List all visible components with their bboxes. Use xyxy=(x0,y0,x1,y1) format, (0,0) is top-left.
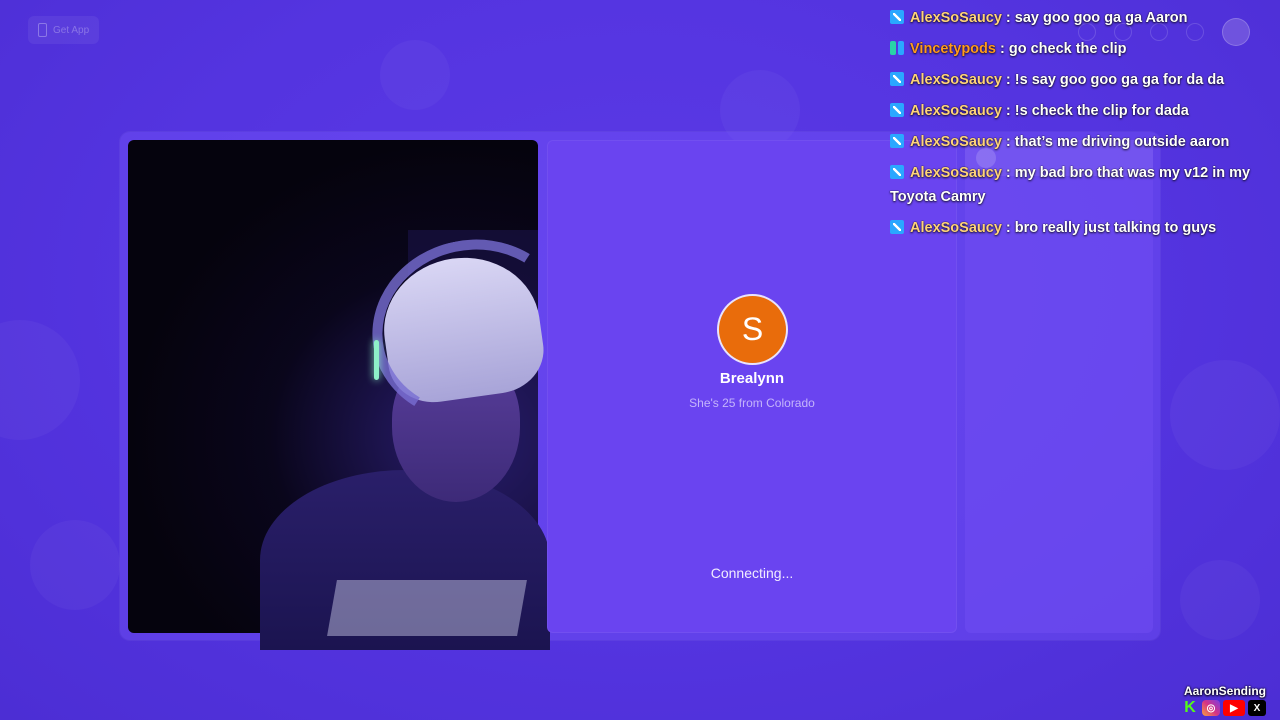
chat-text: : !s say goo goo ga ga for da da xyxy=(1001,72,1225,88)
chat-username: AlexSoSaucy xyxy=(910,134,1002,150)
stream-chat-overlay: AlexSoSaucy : say goo goo ga ga Aaron Vin… xyxy=(890,4,1260,245)
chat-text: : !s check the clip for dada xyxy=(1001,103,1189,119)
chat-text: : bro really just talking to guys xyxy=(1001,220,1217,236)
chat-username: Vincetypods xyxy=(910,41,996,57)
chat-message: AlexSoSaucy : that’s me driving outside … xyxy=(890,128,1260,159)
match-avatar: S xyxy=(719,296,786,363)
social-icons: K ◎ ▶ X xyxy=(1181,699,1266,716)
sub-badge-icon xyxy=(890,103,904,117)
kick-icon: K xyxy=(1184,699,1196,716)
chat-text: : go check the clip xyxy=(995,41,1127,57)
connection-status: Connecting... xyxy=(710,565,794,581)
get-app-label: Get App xyxy=(53,24,90,36)
sub-badge-icon xyxy=(890,72,904,86)
instagram-icon: ◎ xyxy=(1202,700,1220,716)
chat-username: AlexSoSaucy xyxy=(910,220,1002,236)
match-name: Brealynn xyxy=(719,370,785,387)
sub-badge-icon xyxy=(890,134,904,148)
chat-message: AlexSoSaucy : bro really just talking to… xyxy=(890,214,1260,245)
get-app-button[interactable]: Get App xyxy=(28,16,100,44)
subscriber-badge-icon xyxy=(890,41,904,55)
phone-icon xyxy=(38,23,47,37)
x-icon: X xyxy=(1248,700,1266,716)
chat-username: AlexSoSaucy xyxy=(910,10,1002,26)
match-bio: She's 25 from Colorado xyxy=(689,396,815,410)
chat-username: AlexSoSaucy xyxy=(910,72,1002,88)
bg-blob xyxy=(30,520,120,610)
chat-message: AlexSoSaucy : say goo goo ga ga Aaron xyxy=(890,4,1260,35)
chat-message: AlexSoSaucy : !s say goo goo ga ga for d… xyxy=(890,66,1260,97)
chat-username: AlexSoSaucy xyxy=(910,165,1002,181)
sub-badge-icon xyxy=(890,10,904,24)
streamer-name: AaronSending xyxy=(1183,684,1266,698)
chat-message: AlexSoSaucy : !s check the clip for dada xyxy=(890,97,1260,128)
chat-text: : say goo goo ga ga Aaron xyxy=(1001,10,1188,26)
youtube-icon: ▶ xyxy=(1223,700,1245,716)
streamer-watermark: AaronSending K ◎ ▶ X xyxy=(1181,684,1266,716)
bg-blob xyxy=(0,320,80,440)
chat-username: AlexSoSaucy xyxy=(910,103,1002,119)
shirt-print xyxy=(327,580,527,636)
sub-badge-icon xyxy=(890,165,904,179)
bg-blob xyxy=(1170,360,1280,470)
chat-message: AlexSoSaucy : my bad bro that was my v12… xyxy=(890,159,1260,214)
sub-badge-icon xyxy=(890,220,904,234)
chat-text: : that’s me driving outside aaron xyxy=(1001,134,1230,150)
headphone-light xyxy=(374,340,379,380)
chat-message: Vincetypods : go check the clip xyxy=(890,35,1260,66)
bg-blob xyxy=(1180,560,1260,640)
